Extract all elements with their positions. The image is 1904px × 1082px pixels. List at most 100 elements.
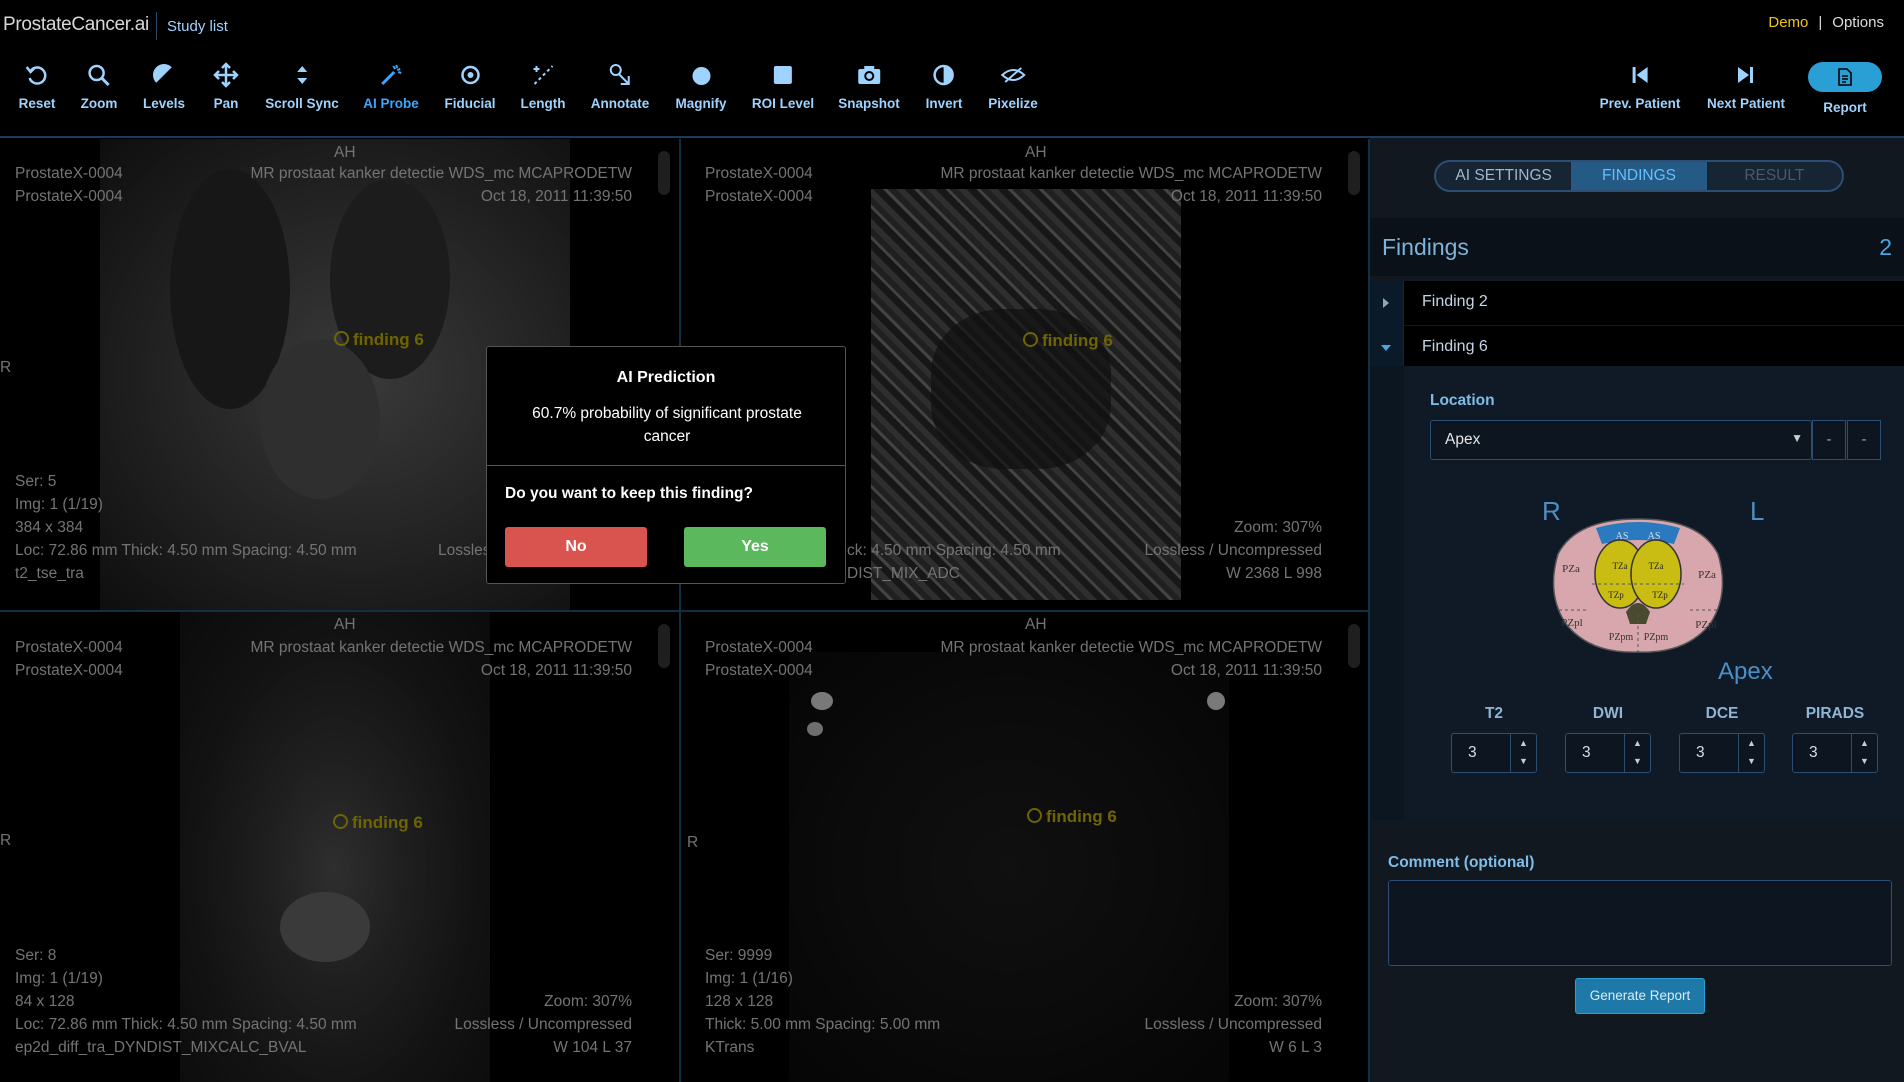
roi-level-tool[interactable]: ROI Level — [752, 62, 814, 111]
dwi-score: DWI 3 ▲ ▼ — [1565, 705, 1651, 773]
remove-location-button-1[interactable]: - — [1812, 420, 1846, 460]
comment-textarea[interactable] — [1388, 880, 1892, 966]
reset-tool[interactable]: Reset — [19, 62, 55, 111]
annotate-icon — [591, 62, 650, 92]
length-label: Length — [520, 96, 566, 111]
yes-button[interactable]: Yes — [684, 527, 826, 567]
stepper-arrows-icon[interactable]: ▲ ▼ — [1738, 734, 1764, 772]
finding-detail: Location Apex ▼ - - R L AS AS TZa TZa TZ… — [1370, 366, 1904, 820]
tab-ai-settings[interactable]: AI SETTINGS — [1436, 162, 1571, 190]
roi-level-icon — [752, 62, 814, 92]
snapshot-tool[interactable]: Snapshot — [838, 62, 900, 111]
ai-prediction-dialog: AI Prediction 60.7% probability of signi… — [486, 346, 846, 584]
zone-label: TZp — [1652, 590, 1668, 600]
remove-location-button-2[interactable]: - — [1847, 420, 1881, 460]
expand-toggle[interactable] — [1370, 281, 1404, 325]
pan-icon — [213, 62, 239, 92]
t2-score: T2 3 ▲ ▼ — [1451, 705, 1537, 773]
dwi-stepper[interactable]: 3 ▲ ▼ — [1565, 733, 1651, 773]
location-label: Location — [1430, 392, 1495, 409]
keep-finding-question: Do you want to keep this finding? — [505, 485, 753, 502]
stepper-arrows-icon[interactable]: ▲ ▼ — [1851, 734, 1877, 772]
zoom-label: Zoom — [80, 96, 118, 111]
report-label-wrap[interactable]: Report — [1823, 100, 1867, 115]
length-tool[interactable]: Length — [521, 62, 566, 111]
t2-label: T2 — [1484, 705, 1504, 722]
dce-stepper[interactable]: 3 ▲ ▼ — [1679, 733, 1765, 773]
skip-forward-icon — [1707, 62, 1785, 92]
camera-icon — [838, 62, 900, 92]
invert-tool[interactable]: Invert — [926, 62, 963, 111]
magnify-label: Magnify — [675, 96, 727, 111]
finding-row-2[interactable]: Finding 2 — [1370, 281, 1904, 325]
pan-tool[interactable]: Pan — [213, 62, 239, 111]
t2-value: 3 — [1468, 744, 1477, 761]
roi-level-label: ROI Level — [751, 96, 815, 111]
tab-result[interactable]: RESULT — [1707, 162, 1842, 190]
stepper-arrows-icon[interactable]: ▲ ▼ — [1510, 734, 1536, 772]
map-label: Apex — [1718, 658, 1773, 685]
zone-label: PZpm — [1609, 632, 1634, 643]
top-right-menu: Demo | Options — [1768, 14, 1884, 31]
skip-back-icon — [1600, 62, 1681, 92]
zone-label: PZpl — [1695, 619, 1716, 631]
caret-right-icon — [1383, 298, 1389, 308]
t2-stepper[interactable]: 3 ▲ ▼ — [1451, 733, 1537, 773]
caret-down-icon — [1381, 345, 1391, 351]
pan-label: Pan — [213, 96, 239, 111]
invert-icon — [926, 62, 963, 92]
dwi-value: 3 — [1582, 744, 1591, 761]
levels-tool[interactable]: Levels — [143, 62, 185, 111]
pirads-stepper[interactable]: 3 ▲ ▼ — [1792, 733, 1878, 773]
next-patient-button[interactable]: Next Patient — [1707, 62, 1785, 111]
options-menu[interactable]: Options — [1832, 14, 1884, 31]
no-button[interactable]: No — [505, 527, 647, 567]
detail-gutter — [1370, 366, 1404, 820]
length-icon — [521, 62, 566, 92]
findings-count: 2 — [1879, 234, 1892, 260]
modal-backdrop — [0, 138, 1370, 1082]
pixelize-tool[interactable]: Pixelize — [988, 62, 1038, 111]
generate-report-button[interactable]: Generate Report — [1575, 978, 1705, 1014]
demo-link[interactable]: Demo — [1768, 14, 1808, 31]
scroll-sync-icon — [265, 62, 339, 92]
zone-label: TZp — [1608, 590, 1624, 600]
pixelize-label: Pixelize — [988, 96, 1038, 111]
prostate-zone-map[interactable]: AS AS TZa TZa TZp TZp PZa PZa PZpl PZpl … — [1546, 514, 1730, 654]
brand-logo: ProstateCancer.ai — [3, 14, 149, 35]
map-title: Apex — [1370, 658, 1844, 686]
zone-label: AS — [1648, 531, 1661, 542]
prediction-message: 60.7% probability of significant prostat… — [532, 405, 802, 445]
map-left-label: L — [1750, 496, 1765, 526]
fiducial-label: Fiducial — [444, 96, 496, 111]
dce-value: 3 — [1696, 744, 1705, 761]
stepper-arrows-icon[interactable]: ▲ ▼ — [1624, 734, 1650, 772]
pirads-value: 3 — [1809, 744, 1818, 761]
finding-row-6[interactable]: Finding 6 — [1370, 326, 1904, 370]
report-button[interactable] — [1808, 62, 1882, 92]
fiducial-tool[interactable]: Fiducial — [444, 62, 496, 111]
scroll-sync-tool[interactable]: Scroll Sync — [265, 62, 339, 111]
zone-label: TZa — [1613, 561, 1628, 571]
location-select[interactable]: Apex ▼ — [1430, 420, 1812, 460]
zoom-tool[interactable]: Zoom — [80, 62, 118, 111]
pirads-label: PIRADS — [1805, 705, 1865, 722]
dialog-divider — [487, 465, 845, 466]
snapshot-label: Snapshot — [838, 96, 900, 111]
findings-title: Findings — [1382, 234, 1469, 260]
brand-divider — [156, 12, 157, 40]
prev-patient-button[interactable]: Prev. Patient — [1600, 62, 1681, 111]
scroll-sync-label: Scroll Sync — [265, 96, 339, 111]
levels-label: Levels — [142, 96, 186, 111]
ai-probe-tool[interactable]: AI Probe — [363, 62, 419, 111]
levels-icon — [143, 62, 185, 92]
location-value: Apex — [1445, 431, 1481, 448]
annotate-tool[interactable]: Annotate — [591, 62, 650, 111]
zone-label: PZpm — [1644, 632, 1669, 643]
comment-label: Comment (optional) — [1388, 854, 1535, 871]
magnify-tool[interactable]: Magnify — [675, 62, 727, 111]
document-icon — [1838, 68, 1852, 86]
study-list-link[interactable]: Study list — [167, 18, 228, 35]
tab-findings[interactable]: FINDINGS — [1571, 162, 1707, 190]
collapse-toggle[interactable] — [1370, 326, 1404, 370]
